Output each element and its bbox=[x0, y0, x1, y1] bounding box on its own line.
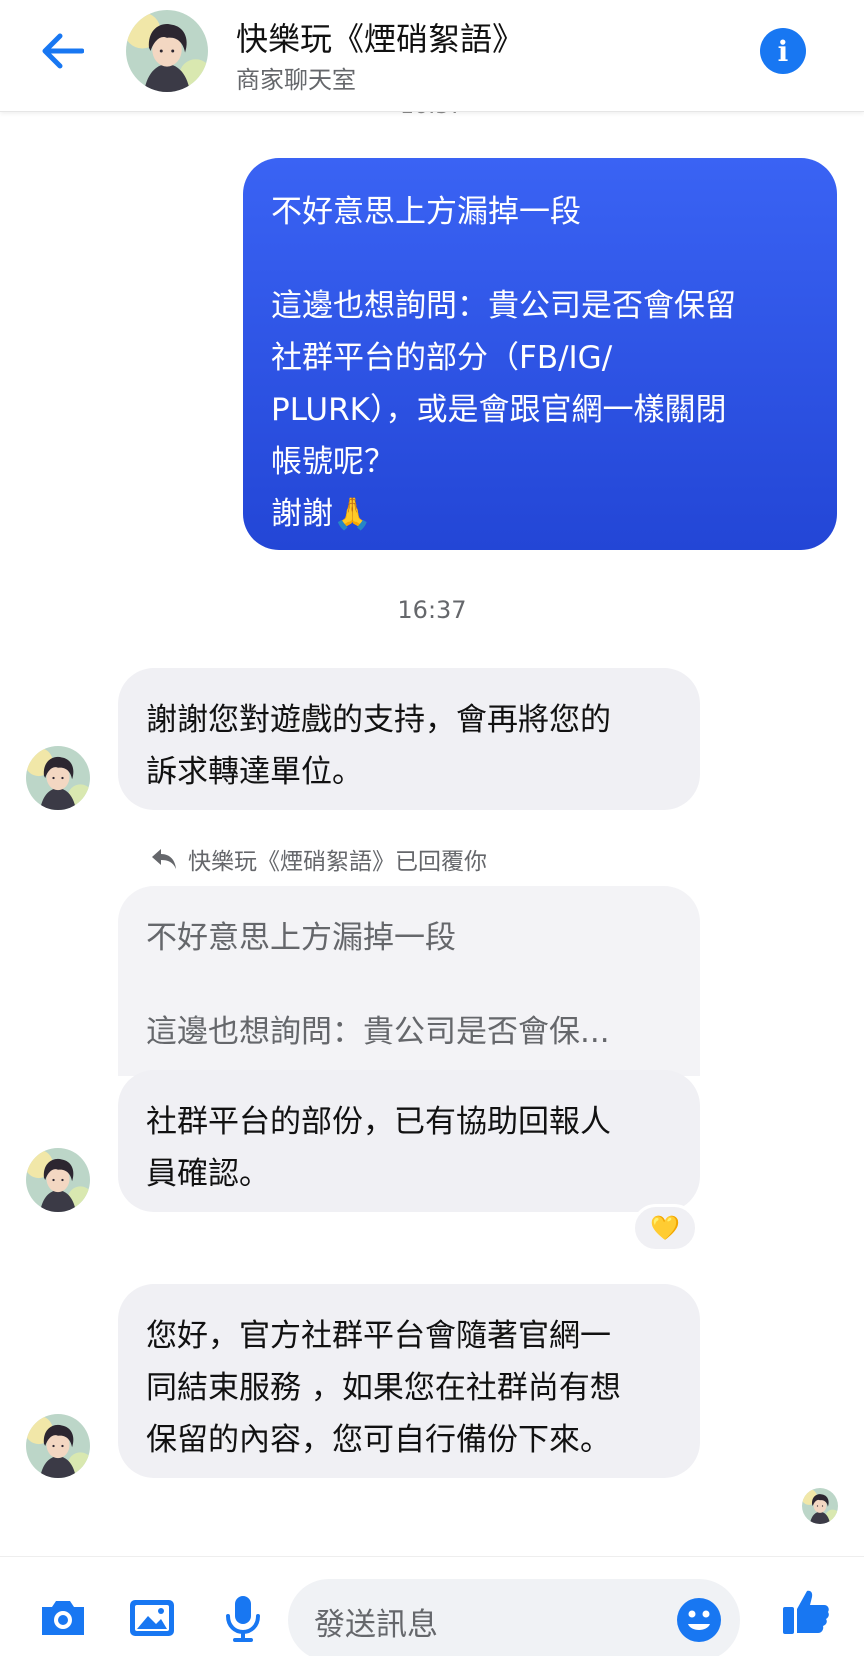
microphone-button[interactable] bbox=[215, 1593, 271, 1643]
read-receipt-avatar bbox=[802, 1488, 838, 1524]
quoted-text: 不好意思上方漏掉一段 bbox=[146, 920, 456, 956]
reply-label-text: 快樂玩《煙硝絮語》已回覆你 bbox=[188, 849, 487, 875]
avatar[interactable] bbox=[26, 1148, 90, 1212]
avatar[interactable] bbox=[26, 746, 90, 810]
avatar[interactable] bbox=[126, 10, 208, 92]
chat-header: 快樂玩《煙硝絮語》 商家聊天室 i bbox=[0, 0, 864, 112]
message-text: 員確認。 bbox=[146, 1156, 270, 1192]
message-text: 帳號呢？ bbox=[271, 444, 395, 480]
message-text: 謝謝您對遊戲的支持，會再將您的 bbox=[146, 702, 611, 738]
image-button[interactable] bbox=[124, 1593, 180, 1643]
page-subtitle: 商家聊天室 bbox=[236, 66, 356, 94]
message-input[interactable]: 發送訊息 bbox=[288, 1579, 740, 1656]
message-text: 這邊也想詢問：貴公司是否會保留 bbox=[271, 288, 736, 324]
like-button[interactable] bbox=[778, 1587, 834, 1637]
quoted-message[interactable]: 不好意思上方漏掉一段 這邊也想詢問：貴公司是否會保... bbox=[118, 886, 700, 1076]
emoji-icon[interactable] bbox=[676, 1597, 722, 1643]
message-text: 社群平台的部份，已有協助回報人 bbox=[146, 1104, 611, 1140]
message-composer: 發送訊息 bbox=[0, 1556, 864, 1656]
incoming-message[interactable]: 社群平台的部份，已有協助回報人 員確認。 bbox=[118, 1070, 700, 1212]
message-text: 保留的內容，您可自行備份下來。 bbox=[146, 1422, 611, 1458]
camera-icon bbox=[42, 1601, 84, 1635]
camera-button[interactable] bbox=[35, 1593, 91, 1643]
message-text: 社群平台的部分（FB/IG/ bbox=[271, 340, 613, 376]
heart-reaction[interactable]: 💛 bbox=[632, 1204, 698, 1252]
reply-arrow-icon bbox=[152, 849, 176, 869]
message-input-placeholder: 發送訊息 bbox=[314, 1607, 438, 1643]
message-text: PLURK），或是會跟官網一樣關閉 bbox=[271, 392, 727, 428]
avatar[interactable] bbox=[26, 1414, 90, 1478]
timestamp: 16:37 bbox=[397, 596, 467, 624]
reply-label: 快樂玩《煙硝絮語》已回覆你 bbox=[150, 842, 487, 876]
image-icon bbox=[130, 1600, 174, 1636]
quoted-text: 這邊也想詢問：貴公司是否會保... bbox=[146, 1014, 610, 1050]
thumbs-up-icon bbox=[783, 1590, 829, 1634]
message-text: 同結束服務 ，如果您在社群尚有想 bbox=[146, 1370, 621, 1406]
page-title[interactable]: 快樂玩《煙硝絮語》 bbox=[236, 14, 524, 60]
back-button[interactable] bbox=[36, 28, 88, 74]
incoming-message[interactable]: 謝謝您對遊戲的支持，會再將您的 訴求轉達單位。 bbox=[118, 668, 700, 810]
message-text: 您好，官方社群平台會隨著官網一 bbox=[146, 1318, 611, 1354]
message-text: 訴求轉達單位。 bbox=[146, 754, 363, 790]
back-arrow-icon bbox=[42, 33, 84, 69]
incoming-message[interactable]: 您好，官方社群平台會隨著官網一 同結束服務 ，如果您在社群尚有想 保留的內容，您… bbox=[118, 1284, 700, 1478]
microphone-icon bbox=[226, 1596, 260, 1642]
message-text: 謝謝🙏 bbox=[271, 496, 372, 532]
message-text: 不好意思上方漏掉一段 bbox=[271, 194, 581, 230]
outgoing-message[interactable]: 不好意思上方漏掉一段 這邊也想詢問：貴公司是否會保留 社群平台的部分（FB/IG… bbox=[243, 158, 837, 550]
info-icon[interactable]: i bbox=[760, 28, 806, 74]
